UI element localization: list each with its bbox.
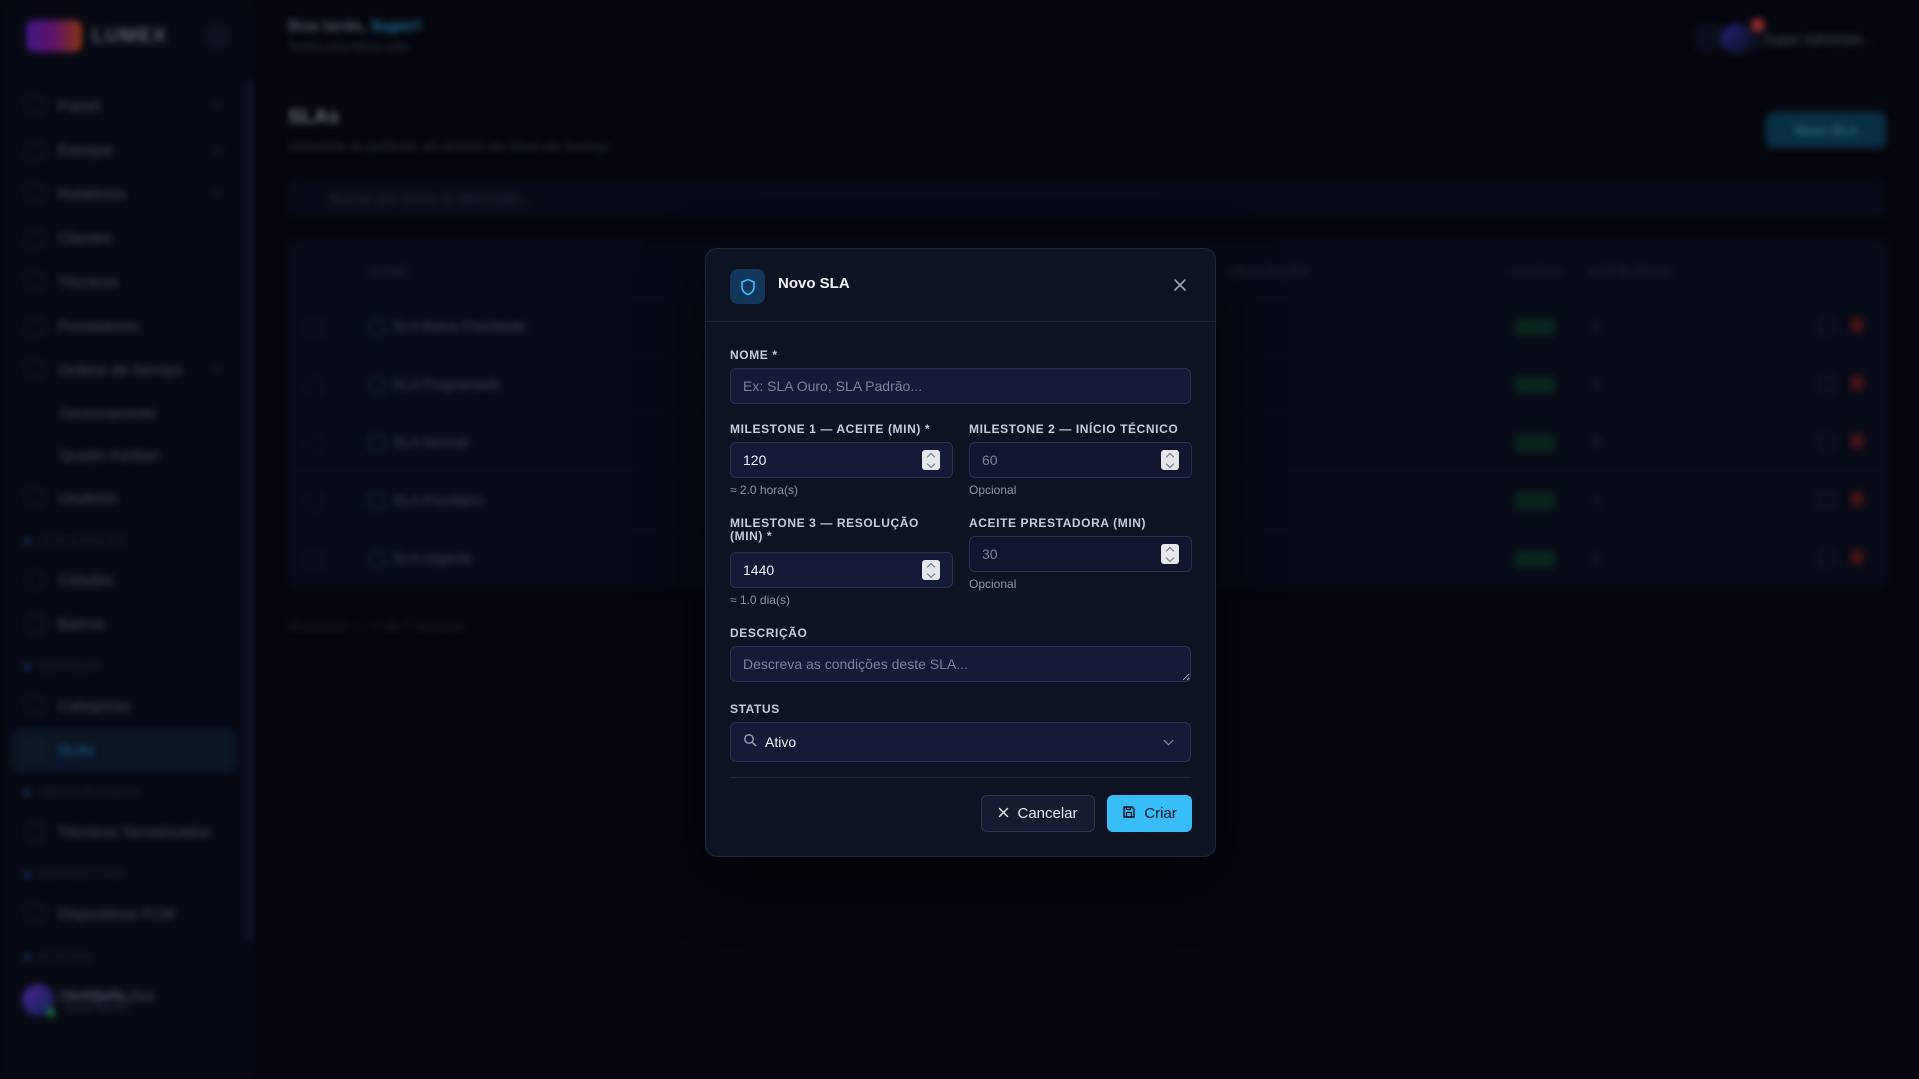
close-icon[interactable] xyxy=(1169,274,1191,296)
modal-title: Novo SLA xyxy=(778,275,850,292)
save-icon xyxy=(1122,805,1136,823)
chevron-down-icon xyxy=(1163,735,1174,746)
shield-icon xyxy=(730,269,765,304)
status-value: Ativo xyxy=(765,734,797,750)
milestone1-hint: ≈ 2.0 hora(s) xyxy=(730,483,798,497)
modal-divider xyxy=(730,777,1191,778)
aceite-prestadora-label: ACEITE PRESTADORA (MIN) xyxy=(969,516,1147,530)
search-icon xyxy=(743,733,757,752)
milestone3-input[interactable] xyxy=(730,552,953,588)
milestone2-label: MILESTONE 2 — INÍCIO TÉCNICO xyxy=(969,422,1179,436)
milestone2-hint: Opcional xyxy=(969,483,1017,497)
milestone2-input[interactable] xyxy=(969,442,1192,478)
descricao-label: DESCRIÇÃO xyxy=(730,626,808,640)
close-icon xyxy=(998,805,1009,822)
aceite-prestadora-stepper[interactable] xyxy=(1161,544,1179,564)
status-label: STATUS xyxy=(730,702,780,716)
aceite-prestadora-input[interactable] xyxy=(969,536,1192,572)
status-select[interactable]: Ativo xyxy=(730,722,1191,762)
nome-label: NOME * xyxy=(730,348,778,362)
nome-input[interactable] xyxy=(730,368,1191,404)
milestone3-stepper[interactable] xyxy=(922,560,940,580)
aceite-prestadora-hint: Opcional xyxy=(969,577,1017,591)
new-sla-modal: Novo SLA NOME * MILESTONE 1 — ACEITE (MI… xyxy=(705,248,1216,857)
milestone3-hint: ≈ 1.0 dia(s) xyxy=(730,593,790,607)
milestone1-label: MILESTONE 1 — ACEITE (MIN) * xyxy=(730,422,931,436)
create-button[interactable]: Criar xyxy=(1107,795,1192,832)
descricao-textarea[interactable] xyxy=(730,646,1191,682)
milestone3-label: MILESTONE 3 — RESOLUÇÃO (MIN) * xyxy=(730,516,919,543)
milestone2-stepper[interactable] xyxy=(1161,450,1179,470)
cancel-button[interactable]: Cancelar xyxy=(981,795,1095,832)
milestone1-stepper[interactable] xyxy=(922,450,940,470)
modal-header: Novo SLA xyxy=(706,249,1215,322)
milestone1-input[interactable] xyxy=(730,442,953,478)
